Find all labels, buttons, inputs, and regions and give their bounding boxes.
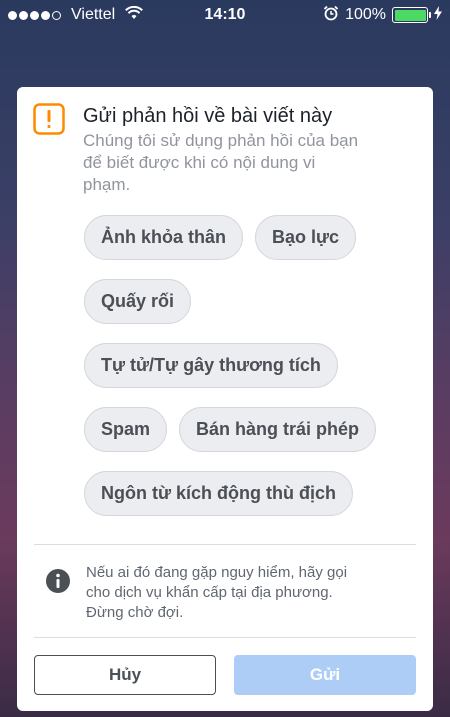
battery-icon bbox=[392, 7, 431, 23]
info-line: Đừng chờ đợi. bbox=[86, 604, 184, 621]
cancel-button[interactable]: Hủy bbox=[34, 655, 216, 695]
option-unauthorized-sales-chip[interactable]: Bán hàng trái phép bbox=[179, 407, 377, 452]
info-line: cho dịch vụ khẩn cấp tại địa phương. bbox=[86, 584, 333, 601]
info-icon bbox=[45, 568, 71, 594]
battery-percent: 100% bbox=[345, 6, 386, 23]
carrier-name: Viettel bbox=[71, 6, 116, 23]
send-button[interactable]: Gửi bbox=[234, 655, 416, 695]
dialog-actions: Hủy Gửi bbox=[34, 655, 416, 695]
divider bbox=[34, 637, 416, 638]
subtitle-line: để biết được khi có nội dung vi bbox=[83, 153, 316, 172]
status-bar: Viettel 14:10 100% bbox=[0, 0, 450, 30]
divider bbox=[34, 544, 416, 545]
option-self-harm-chip[interactable]: Tự tử/Tự gây thương tích bbox=[84, 343, 338, 388]
signal-strength-icon bbox=[8, 10, 61, 20]
option-harassment-chip[interactable]: Quấy rối bbox=[84, 279, 192, 324]
wifi-icon bbox=[125, 5, 144, 25]
subtitle-line: Chúng tôi sử dụng phản hồi của bạn bbox=[83, 131, 359, 150]
charging-icon bbox=[434, 5, 442, 25]
option-spam-chip[interactable]: Spam bbox=[84, 407, 168, 452]
emergency-info: Nếu ai đó đang gặp nguy hiểm, hãy gọi ch… bbox=[45, 563, 417, 623]
dialog-header: Gửi phản hồi về bài viết này Chúng tôi s… bbox=[33, 103, 417, 196]
warning-icon bbox=[33, 103, 65, 135]
option-nudity-chip[interactable]: Ảnh khỏa thân bbox=[84, 215, 243, 260]
subtitle-line: phạm. bbox=[83, 175, 131, 194]
dialog-title: Gửi phản hồi về bài viết này bbox=[83, 105, 333, 127]
option-violence-chip[interactable]: Bạo lực bbox=[255, 215, 357, 260]
info-line: Nếu ai đó đang gặp nguy hiểm, hãy gọi bbox=[86, 564, 348, 581]
report-dialog: Gửi phản hồi về bài viết này Chúng tôi s… bbox=[17, 87, 433, 711]
option-hate-speech-chip[interactable]: Ngôn từ kích động thù địch bbox=[84, 471, 354, 516]
alarm-clock-icon bbox=[323, 5, 339, 26]
report-options: Ảnh khỏa thân Bạo lực Quấy rối Tự tử/Tự … bbox=[84, 215, 424, 535]
dialog-subtitle: Chúng tôi sử dụng phản hồi của bạn để bi… bbox=[83, 130, 358, 196]
